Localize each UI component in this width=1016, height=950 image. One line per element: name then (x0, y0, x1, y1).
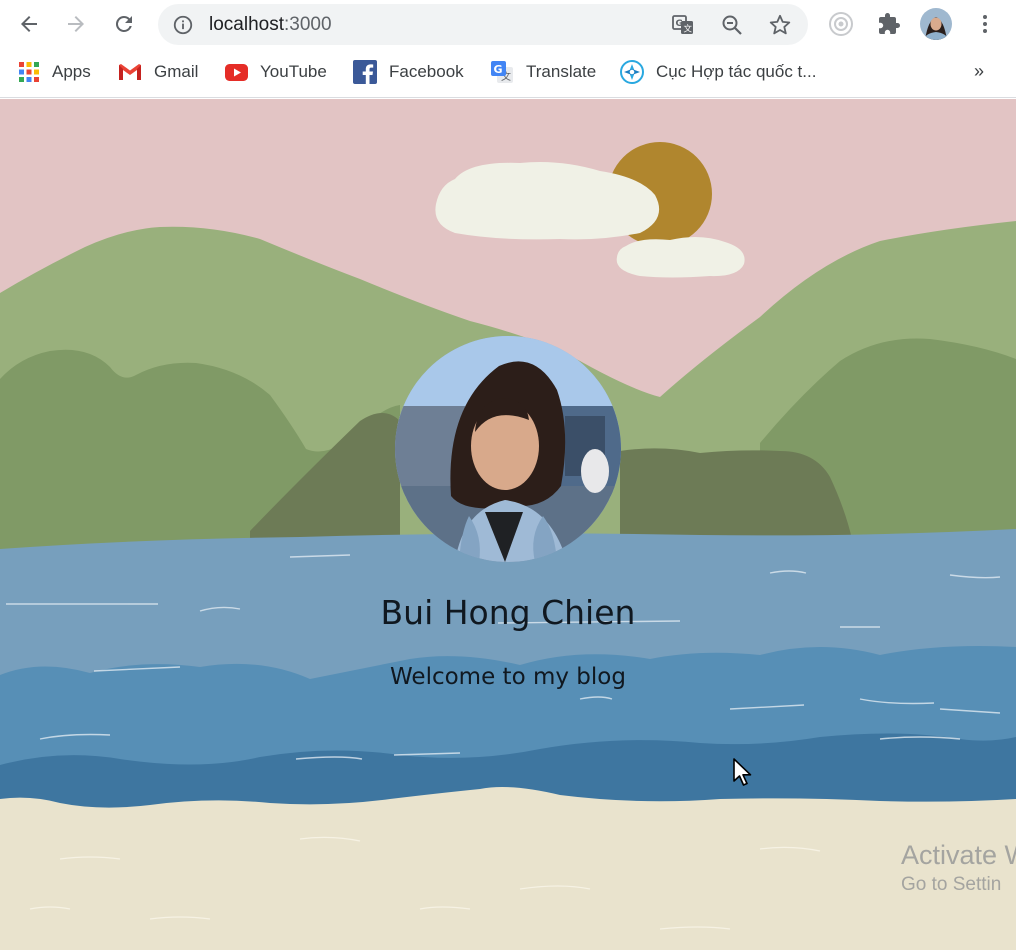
bookmark-apps[interactable]: Apps (18, 60, 91, 84)
zoom-out-icon (722, 15, 742, 35)
circle-extension-icon (829, 12, 853, 36)
bookmark-label: Apps (52, 62, 91, 81)
profile-avatar[interactable] (920, 8, 952, 40)
extension-button[interactable] (824, 7, 858, 41)
profile-portrait-icon (395, 336, 621, 562)
bookmarks-overflow-button[interactable]: » (974, 61, 984, 82)
bookmark-translate[interactable]: 文 G Translate (490, 60, 596, 84)
youtube-icon (225, 63, 248, 81)
agency-logo-icon (620, 60, 644, 84)
zoom-button[interactable] (719, 12, 745, 38)
reload-button[interactable] (107, 7, 141, 41)
gmail-icon (118, 63, 142, 81)
bookmarks-bar: Apps Gmail YouTube Facebook 文 G Translat… (0, 48, 1016, 98)
activation-title: Activate W (901, 840, 1016, 870)
bookmark-label: Gmail (154, 62, 199, 81)
bookmark-facebook[interactable]: Facebook (353, 60, 464, 84)
activation-hint: Go to Settin (901, 874, 1002, 895)
url-text[interactable]: localhost:3000 (209, 15, 332, 35)
bookmark-label: Cục Hợp tác quốc t... (656, 62, 817, 81)
bookmark-label: Translate (526, 62, 597, 81)
svg-text:文: 文 (684, 24, 693, 35)
extensions-button[interactable] (872, 7, 906, 41)
facebook-icon (353, 60, 377, 84)
mouse-cursor-icon (733, 758, 752, 786)
sand-beach (0, 787, 1016, 950)
cloud-small (616, 236, 745, 278)
bookmark-youtube[interactable]: YouTube (225, 60, 327, 84)
bookmark-label: Facebook (389, 62, 464, 81)
arrow-right-icon (68, 16, 84, 32)
translate-button[interactable]: G文 (670, 12, 696, 38)
arrow-left-icon (21, 16, 37, 32)
reload-icon (115, 15, 132, 32)
bookmark-label: YouTube (260, 62, 327, 81)
svg-text:G: G (494, 63, 503, 76)
back-button[interactable] (12, 7, 46, 41)
forward-button[interactable] (59, 7, 93, 41)
address-bar[interactable]: localhost:3000 G文 (158, 4, 808, 45)
browser-toolbar: localhost:3000 G文 (0, 0, 1016, 48)
blog-hero-page: Bui Hong Chien Welcome to my blog Activa… (0, 99, 1016, 950)
kebab-menu-icon (983, 15, 987, 33)
bookmark-gmail[interactable]: Gmail (118, 60, 198, 84)
bookmark-star-button[interactable] (767, 12, 793, 38)
author-name: Bui Hong Chien (380, 593, 636, 632)
star-icon (769, 14, 791, 35)
puzzle-icon (879, 13, 900, 34)
windows-activation-watermark: Activate W Go to Settin (901, 838, 1016, 898)
bookmark-agency[interactable]: Cục Hợp tác quốc t... (620, 60, 816, 84)
info-icon[interactable] (172, 14, 194, 36)
apps-grid-icon (19, 62, 39, 82)
browser-menu-button[interactable] (968, 7, 1002, 41)
translate-icon: G文 (672, 15, 693, 35)
google-translate-icon: 文 G (491, 61, 513, 83)
profile-photo-icon (920, 8, 952, 40)
profile-photo (395, 336, 621, 562)
blog-tagline: Welcome to my blog (390, 664, 626, 690)
